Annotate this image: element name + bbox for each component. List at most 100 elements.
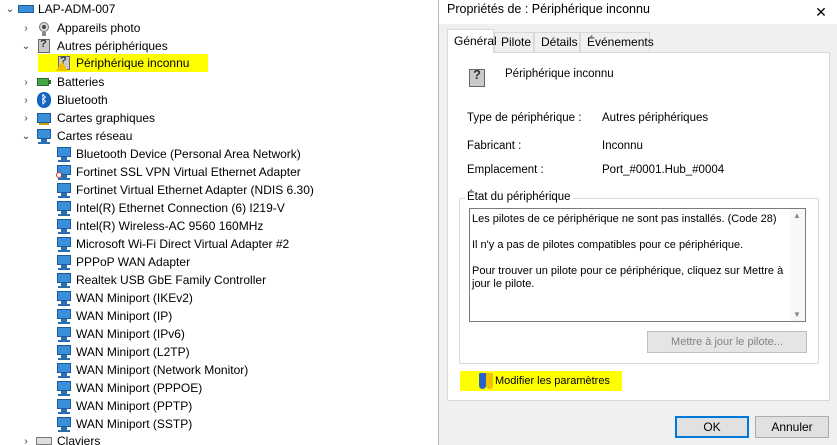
close-button[interactable]: ✕ (804, 0, 837, 24)
tree-item-label: PPPoP WAN Adapter (76, 255, 191, 269)
tree-item-network-adapter[interactable]: Fortinet Virtual Ethernet Adapter (NDIS … (0, 181, 438, 199)
tree-item-network-adapter[interactable]: Fortinet SSL VPN Virtual Ethernet Adapte… (0, 163, 438, 181)
warning-icon (56, 61, 68, 71)
properties-dialog: Propriétés de : Périphérique inconnu ✕ G… (438, 0, 837, 445)
scroll-up-icon[interactable]: ▲ (793, 211, 801, 220)
network-adapter-icon (56, 272, 72, 288)
update-driver-button[interactable]: Mettre à jour le pilote... (647, 331, 807, 353)
tree-item-label: Intel(R) Ethernet Connection (6) I219-V (76, 201, 285, 215)
location-value: Port_#0001.Hub_#0004 (602, 164, 725, 176)
tree-item-label: WAN Miniport (IKEv2) (76, 291, 193, 305)
tree-item-label: WAN Miniport (IP) (76, 309, 173, 323)
tree-category-label: Bluetooth (57, 93, 108, 107)
tree-category-label: Batteries (57, 75, 105, 89)
tree-category-label: Appareils photo (57, 21, 141, 35)
network-adapter-icon (56, 398, 72, 414)
tree-category-graphics[interactable]: › Cartes graphiques (0, 109, 438, 127)
tree-item-label: Bluetooth Device (Personal Area Network) (76, 147, 301, 161)
cancel-button[interactable]: Annuler (755, 416, 829, 438)
network-adapter-icon (56, 182, 72, 198)
tree-item-unknown-device[interactable]: ? Périphérique inconnu (38, 54, 208, 72)
tree-item-network-adapter[interactable]: Realtek USB GbE Family Controller (0, 271, 438, 289)
chevron-down-icon[interactable]: ⌄ (20, 127, 32, 145)
battery-icon (36, 74, 52, 90)
ok-button[interactable]: OK (675, 416, 749, 438)
tree-item-label: WAN Miniport (PPPOE) (76, 381, 203, 395)
network-adapter-icon (56, 326, 72, 342)
graphics-card-icon (36, 110, 52, 126)
dialog-titlebar[interactable]: Propriétés de : Périphérique inconnu ✕ (439, 0, 837, 24)
unknown-device-category-icon: ? (36, 38, 52, 54)
tree-item-network-adapter[interactable]: Intel(R) Wireless-AC 9560 160MHz (0, 217, 438, 235)
change-settings-button[interactable]: Modifier les paramètres (461, 372, 621, 390)
tree-item-network-adapter[interactable]: WAN Miniport (SSTP) (0, 415, 438, 433)
tree-item-network-adapter[interactable]: WAN Miniport (Network Monitor) (0, 361, 438, 379)
device-type-value: Autres périphériques (602, 112, 709, 124)
network-adapter-icon (56, 218, 72, 234)
tree-root-label: LAP-ADM-007 (38, 2, 116, 16)
tree-item-network-adapter[interactable]: WAN Miniport (PPPOE) (0, 379, 438, 397)
tree-item-label: Fortinet SSL VPN Virtual Ethernet Adapte… (76, 165, 301, 179)
device-status-textbox[interactable]: Les pilotes de ce périphérique ne sont p… (469, 208, 806, 322)
tab-details[interactable]: Détails (534, 32, 580, 52)
chevron-down-icon[interactable]: ⌄ (20, 37, 32, 55)
network-adapter-icon (56, 254, 72, 270)
location-label: Emplacement : (467, 164, 544, 176)
tree-item-network-adapter[interactable]: WAN Miniport (IP) (0, 307, 438, 325)
chevron-right-icon[interactable]: › (20, 73, 32, 91)
tree-item-network-adapter[interactable]: WAN Miniport (L2TP) (0, 343, 438, 361)
tree-category-cameras[interactable]: › Appareils photo (0, 19, 438, 37)
manufacturer-value: Inconnu (602, 140, 643, 152)
tree-category-other-devices[interactable]: ⌄ ? Autres périphériques (0, 37, 438, 55)
network-adapter-icon (56, 236, 72, 252)
manufacturer-label: Fabricant : (467, 140, 522, 152)
status-line: Pour trouver un pilote pour ce périphéri… (472, 265, 784, 290)
tree-item-network-adapter[interactable]: WAN Miniport (PPTP) (0, 397, 438, 415)
device-tree: ⌄ LAP-ADM-007 › Appareils photo ⌄ ? Autr… (0, 0, 438, 445)
tree-category-bluetooth[interactable]: › ᛒ Bluetooth (0, 91, 438, 109)
bluetooth-icon: ᛒ (36, 92, 52, 108)
tree-item-label: Intel(R) Wireless-AC 9560 160MHz (76, 219, 264, 233)
tab-driver[interactable]: Pilote (494, 32, 534, 52)
chevron-right-icon[interactable]: › (20, 109, 32, 127)
tree-category-label: Autres périphériques (57, 39, 168, 53)
chevron-down-icon[interactable]: ⌄ (4, 0, 16, 18)
status-scrollbar[interactable]: ▲ ▼ (790, 209, 805, 321)
tree-item-network-adapter[interactable]: PPPoP WAN Adapter (0, 253, 438, 271)
tree-item-network-adapter[interactable]: Microsoft Wi-Fi Direct Virtual Adapter #… (0, 235, 438, 253)
tree-category-network[interactable]: ⌄ Cartes réseau (0, 127, 438, 145)
keyboard-icon (36, 433, 52, 445)
tree-item-network-adapter[interactable]: Bluetooth Device (Personal Area Network) (0, 145, 438, 163)
tree-item-label: Fortinet Virtual Ethernet Adapter (NDIS … (76, 183, 314, 197)
unknown-device-icon: ? (467, 66, 487, 88)
device-name: Périphérique inconnu (505, 68, 614, 80)
tree-item-network-adapter[interactable]: WAN Miniport (IPv6) (0, 325, 438, 343)
chevron-right-icon[interactable]: › (20, 91, 32, 109)
chevron-right-icon[interactable]: › (20, 432, 32, 445)
tree-item-network-adapter[interactable]: Intel(R) Ethernet Connection (6) I219-V (0, 199, 438, 217)
dialog-title: Propriétés de : Périphérique inconnu (447, 2, 650, 16)
network-adapter-icon (56, 200, 72, 216)
tree-root[interactable]: ⌄ LAP-ADM-007 (0, 0, 438, 18)
tree-item-network-adapter[interactable]: WAN Miniport (IKEv2) (0, 289, 438, 307)
status-line: Il n'y a pas de pilotes compatibles pour… (472, 239, 744, 251)
status-line: Les pilotes de ce périphérique ne sont p… (472, 213, 777, 225)
tree-item-label: WAN Miniport (SSTP) (76, 417, 193, 431)
tree-item-label: WAN Miniport (PPTP) (76, 399, 193, 413)
tab-general[interactable]: Général (447, 29, 497, 53)
vpn-adapter-icon (56, 164, 72, 180)
network-adapter-icon (56, 416, 72, 432)
tree-category-batteries[interactable]: › Batteries (0, 73, 438, 91)
tree-category-label: Claviers (57, 434, 101, 445)
tree-item-label: WAN Miniport (Network Monitor) (76, 363, 249, 377)
tab-events[interactable]: Événements (580, 32, 654, 52)
computer-icon (18, 1, 34, 17)
scroll-down-icon[interactable]: ▼ (793, 310, 801, 319)
chevron-right-icon[interactable]: › (20, 19, 32, 37)
close-icon: ✕ (815, 3, 827, 20)
tree-category-keyboards[interactable]: › Claviers (0, 432, 438, 445)
tree-item-label: Realtek USB GbE Family Controller (76, 273, 267, 287)
tree-item-label: WAN Miniport (IPv6) (76, 327, 185, 341)
tree-item-label: Microsoft Wi-Fi Direct Virtual Adapter #… (76, 237, 290, 251)
change-settings-label: Modifier les paramètres (495, 375, 610, 387)
